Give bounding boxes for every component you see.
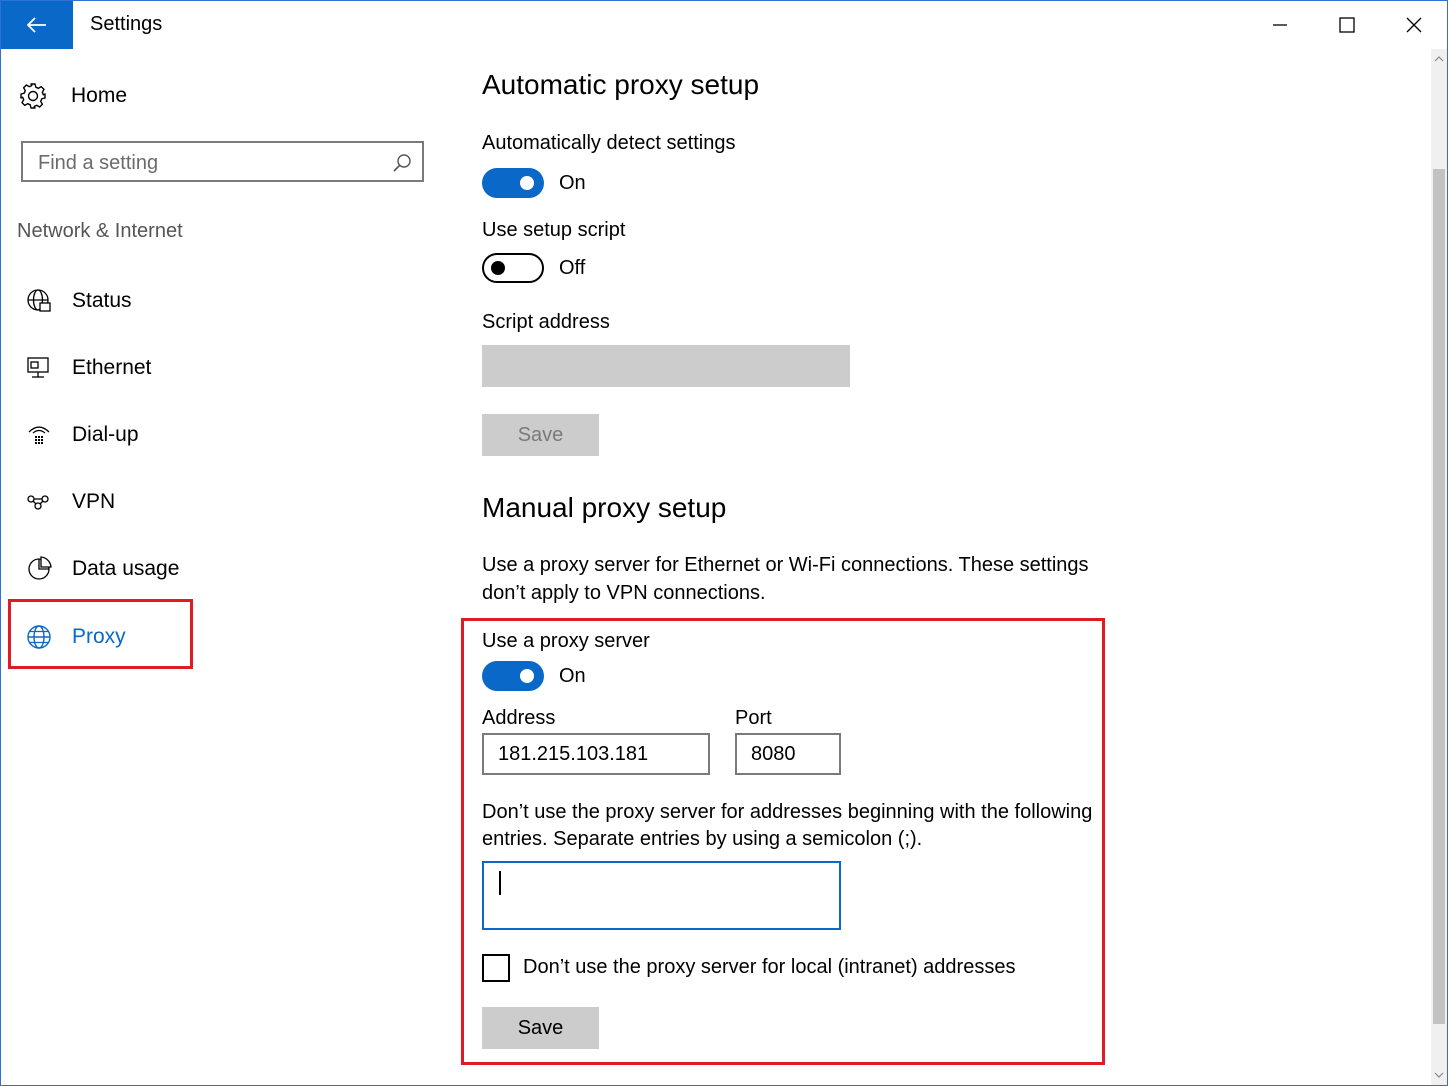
close-button[interactable] [1380,1,1447,49]
ethernet-icon [19,353,59,383]
close-icon [1406,17,1421,33]
settings-window: Settings Home Find a setting Network & I… [0,0,1448,1086]
setup-script-toggle[interactable] [482,253,544,283]
nav-home[interactable]: Home [19,73,127,119]
search-icon [393,154,411,172]
chevron-down-icon [1434,1072,1444,1078]
nav-home-label: Home [71,84,128,107]
script-address-input[interactable] [482,345,850,387]
dialup-icon [19,420,59,450]
sidebar-item-label: VPN [72,490,116,513]
sidebar-item-vpn[interactable]: VPN [17,477,417,527]
globe-status-icon [19,286,59,316]
chevron-up-icon [1434,56,1444,62]
gear-icon [20,83,46,109]
arrow-left-icon [27,17,46,33]
maximize-button[interactable] [1313,1,1380,49]
search-placeholder: Find a setting [38,152,159,174]
sidebar-item-label: Data usage [72,557,180,580]
auto-proxy-heading: Automatic proxy setup [482,69,760,100]
scrollbar[interactable] [1431,49,1447,1085]
auto-save-button[interactable]: Save [482,414,599,456]
vpn-icon [19,487,59,517]
script-address-label: Script address [482,311,610,333]
minimize-button[interactable] [1246,1,1313,49]
maximize-icon [1338,17,1355,33]
toggle-knob [491,261,505,275]
setup-script-state: Off [559,257,586,279]
scroll-up-button[interactable] [1431,51,1447,67]
auto-detect-toggle[interactable] [482,168,544,198]
scroll-thumb[interactable] [1433,169,1445,1024]
manual-proxy-description: Use a proxy server for Ethernet or Wi-Fi… [482,554,1089,604]
setup-script-label: Use setup script [482,219,626,241]
sidebar-item-data-usage[interactable]: Data usage [17,544,417,594]
sidebar-item-label: Status [72,289,132,312]
app-title: Settings [90,13,163,35]
sidebar-item-ethernet[interactable]: Ethernet [17,343,417,393]
proxy-highlight-box [8,599,193,669]
sidebar-item-dialup[interactable]: Dial-up [17,410,417,460]
search-input[interactable]: Find a setting [21,141,424,182]
manual-proxy-heading: Manual proxy setup [482,492,727,523]
data-usage-icon [19,554,59,584]
back-button[interactable] [1,1,73,49]
sidebar-item-label: Dial-up [72,423,139,446]
sidebar-item-status[interactable]: Status [17,276,417,326]
scroll-down-button[interactable] [1431,1067,1447,1083]
minimize-icon [1272,24,1287,26]
title-bar: Settings [1,1,1447,49]
toggle-knob [520,176,534,190]
section-heading: Network & Internet [17,220,183,242]
auto-detect-label: Automatically detect settings [482,132,736,154]
auto-detect-state: On [559,172,586,194]
manual-proxy-highlight-box [461,618,1105,1065]
sidebar-item-label: Ethernet [72,356,152,379]
